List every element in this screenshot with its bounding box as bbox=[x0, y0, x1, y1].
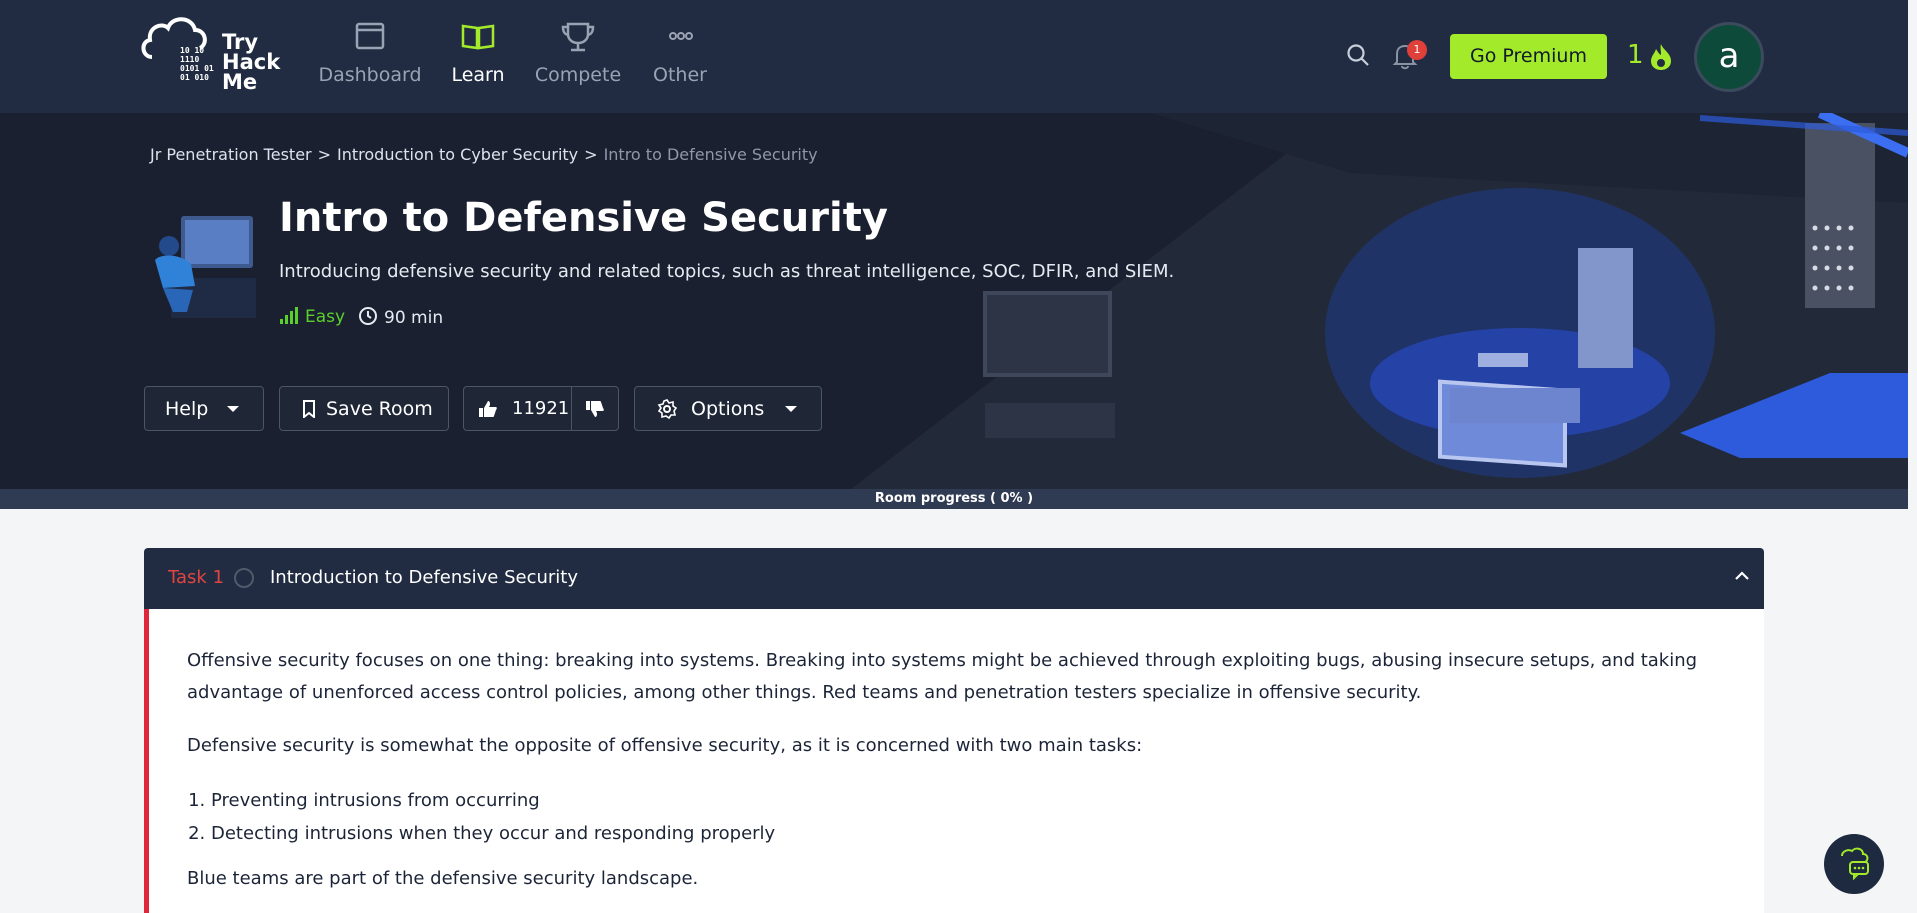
help-button[interactable]: Help bbox=[144, 386, 264, 431]
breadcrumb-separator: > bbox=[584, 145, 598, 164]
breadcrumb-path[interactable]: Jr Penetration Tester bbox=[150, 145, 312, 164]
room-title: Intro to Defensive Security bbox=[279, 195, 888, 241]
task-list: Preventing intrusions from occurring Det… bbox=[211, 784, 775, 850]
dislike-button[interactable] bbox=[572, 387, 618, 430]
task-paragraph: Offensive security focuses on one thing:… bbox=[187, 650, 1698, 703]
top-navbar: 10 10 1110 0101 01 01 010 Try Hack Me Dash… bbox=[0, 0, 1908, 113]
task-title: Introduction to Defensive Security bbox=[270, 567, 579, 588]
flame-icon bbox=[1651, 44, 1671, 70]
save-room-label: Save Room bbox=[326, 397, 433, 420]
task-number: Task 1 bbox=[168, 567, 225, 588]
vote-group: 11921 bbox=[463, 386, 619, 431]
nav-compete-label: Compete bbox=[534, 64, 622, 86]
room-hero: Jr Penetration Tester > Introduction to Cy… bbox=[0, 113, 1908, 490]
breadcrumb-module[interactable]: Introduction to Cyber Security bbox=[337, 145, 578, 164]
options-button[interactable]: Options bbox=[634, 386, 822, 431]
logo-binary: 10 10 1110 0101 01 01 010 bbox=[180, 46, 214, 82]
duration-label: 90 min bbox=[384, 308, 444, 328]
nav-dashboard[interactable]: Dashboard bbox=[315, 20, 425, 86]
dots-icon bbox=[669, 32, 693, 40]
bookmark-icon bbox=[303, 399, 315, 418]
options-label: Options bbox=[691, 397, 765, 420]
breadcrumb-current: Intro to Defensive Security bbox=[603, 145, 818, 164]
task-paragraph: Defensive security is somewhat the oppos… bbox=[187, 735, 1143, 756]
difficulty-badge: Easy bbox=[279, 306, 345, 327]
breadcrumb-separator: > bbox=[317, 145, 332, 164]
nav-learn-label: Learn bbox=[451, 64, 505, 86]
search-icon[interactable] bbox=[1345, 42, 1371, 68]
caret-down-icon bbox=[227, 405, 240, 412]
trophy-icon bbox=[561, 22, 595, 52]
chevron-up-icon[interactable] bbox=[1734, 570, 1750, 582]
save-room-button[interactable]: Save Room bbox=[279, 386, 449, 431]
go-premium-button[interactable]: Go Premium bbox=[1450, 34, 1607, 79]
like-count: 11921 bbox=[512, 398, 570, 419]
room-description: Introducing defensive security and relat… bbox=[279, 261, 1175, 282]
help-label: Help bbox=[165, 397, 209, 420]
book-icon bbox=[461, 24, 495, 50]
room-thumbnail bbox=[155, 216, 256, 318]
logo-wordmark: Try Hack Me bbox=[222, 30, 281, 94]
duration: 90 min bbox=[358, 306, 443, 328]
caret-down-icon bbox=[785, 405, 798, 412]
like-button[interactable]: 11921 bbox=[464, 387, 572, 430]
nav-other-label: Other bbox=[653, 64, 707, 86]
chat-support-button[interactable] bbox=[1824, 834, 1884, 894]
nav-learn[interactable]: Learn bbox=[423, 20, 533, 86]
difficulty-bars-icon bbox=[280, 307, 298, 324]
task-paragraph: Blue teams are part of the defensive sec… bbox=[187, 868, 699, 889]
difficulty-label: Easy bbox=[305, 307, 346, 327]
task-status-circle-icon bbox=[234, 568, 254, 588]
hero-illustration bbox=[850, 113, 1908, 490]
user-avatar[interactable]: a bbox=[1694, 22, 1764, 92]
streak-count: 1 bbox=[1627, 40, 1644, 70]
notification-badge: 1 bbox=[1407, 40, 1427, 60]
window-icon bbox=[355, 22, 385, 50]
clock-icon bbox=[359, 307, 377, 325]
chat-icon bbox=[1841, 847, 1869, 881]
task-content: Offensive security focuses on one thing:… bbox=[144, 609, 1764, 913]
tryhackme-logo[interactable]: 10 10 1110 0101 01 01 010 Try Hack Me bbox=[140, 12, 290, 100]
list-item: Preventing intrusions from occurring bbox=[211, 784, 775, 817]
list-item: Detecting intrusions when they occur and… bbox=[211, 817, 775, 850]
nav-dashboard-label: Dashboard bbox=[318, 64, 422, 86]
task-header[interactable]: Task 1 Introduction to Defensive Securit… bbox=[144, 548, 1764, 609]
room-progress-label: Room progress ( 0% ) bbox=[874, 491, 1034, 506]
nav-compete[interactable]: Compete bbox=[523, 20, 633, 86]
thumbs-down-icon bbox=[586, 400, 604, 417]
thumbs-up-icon bbox=[479, 400, 497, 417]
gear-icon bbox=[657, 398, 677, 419]
breadcrumb: Jr Penetration Tester > Introduction to Cy… bbox=[150, 145, 818, 164]
nav-other[interactable]: Other bbox=[625, 20, 735, 86]
